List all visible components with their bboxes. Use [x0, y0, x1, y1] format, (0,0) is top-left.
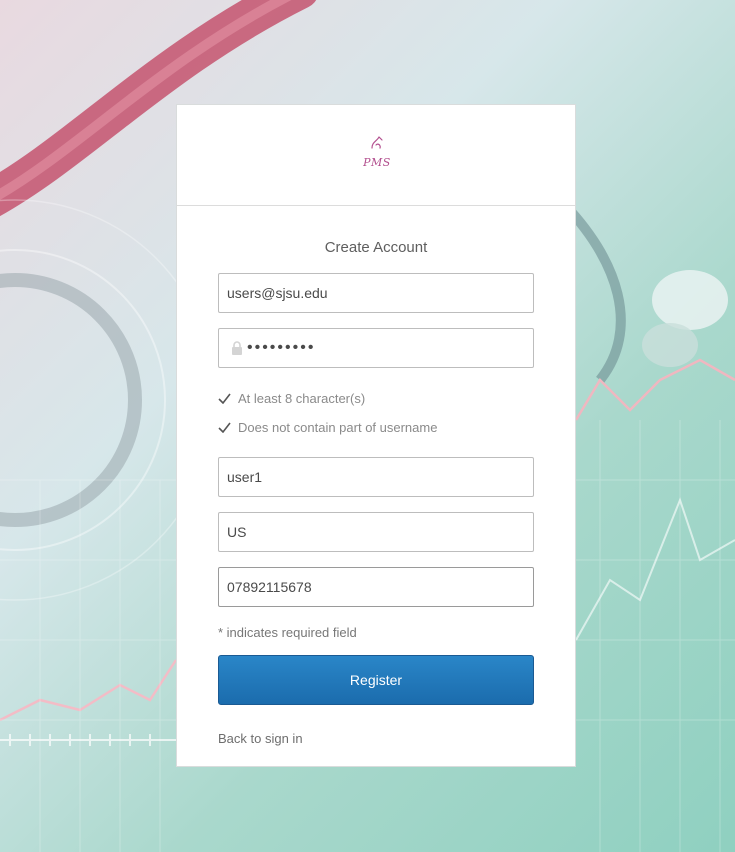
password-rule-length: At least 8 character(s) — [218, 391, 365, 406]
register-button[interactable]: Register — [218, 655, 534, 705]
password-rule-username: Does not contain part of username — [218, 420, 437, 435]
registration-card: PMS Create Account At least 8 character(… — [176, 104, 576, 767]
phone-input[interactable] — [219, 568, 533, 606]
email-field[interactable] — [218, 273, 534, 313]
check-icon — [218, 393, 231, 404]
card-header: PMS — [177, 105, 575, 206]
check-icon — [218, 422, 231, 433]
back-to-sign-in-link[interactable]: Back to sign in — [218, 731, 303, 746]
email-input[interactable] — [219, 274, 533, 312]
lock-icon — [232, 341, 242, 355]
rule-label: At least 8 character(s) — [238, 391, 366, 406]
password-field[interactable] — [218, 328, 534, 368]
logo-icon — [371, 136, 383, 149]
phone-field[interactable] — [218, 567, 534, 607]
username-field[interactable] — [218, 457, 534, 497]
password-input[interactable] — [243, 329, 533, 367]
country-field[interactable] — [218, 512, 534, 552]
country-input[interactable] — [219, 513, 533, 551]
logo: PMS — [359, 133, 395, 175]
logo-text: PMS — [363, 156, 391, 169]
page-title: Create Account — [324, 239, 428, 256]
rule-label: Does not contain part of username — [238, 420, 438, 435]
required-note: * indicates required field — [218, 625, 357, 640]
username-input[interactable] — [219, 458, 533, 496]
